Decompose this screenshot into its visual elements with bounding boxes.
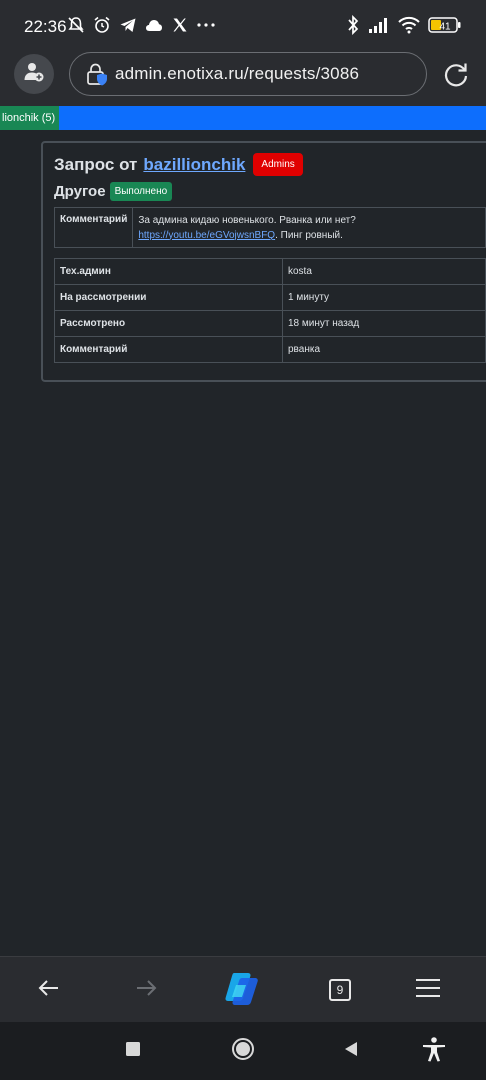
reload-icon bbox=[440, 63, 472, 94]
recents-button[interactable] bbox=[120, 1038, 146, 1064]
add-user-icon bbox=[23, 61, 45, 88]
square-icon bbox=[125, 1041, 141, 1062]
pending-value: 1 минуту bbox=[282, 284, 486, 311]
request-title-prefix: Запрос от bbox=[54, 154, 138, 174]
wifi-icon bbox=[398, 14, 420, 36]
comment-text-after: . Пинг ровный. bbox=[275, 229, 343, 241]
copilot-button[interactable] bbox=[222, 971, 262, 1011]
tab-count: 9 bbox=[329, 979, 351, 1001]
review-comment-label: Комментарий bbox=[54, 336, 283, 363]
circle-icon bbox=[231, 1037, 255, 1066]
request-category: Другое Выполнено bbox=[54, 182, 173, 201]
browser-toolbar: admin.enotixa.ru/requests/3086 bbox=[0, 52, 486, 106]
notification-icons bbox=[66, 14, 216, 36]
reviewed-value: 18 минут назад bbox=[282, 310, 486, 337]
alarm-icon bbox=[92, 14, 112, 36]
site-navbar: lionchik (5) bbox=[0, 106, 486, 130]
battery-level: 41 bbox=[439, 22, 451, 33]
cloud-icon bbox=[144, 14, 164, 36]
do-not-disturb-off-icon bbox=[66, 14, 86, 36]
arrow-left-icon bbox=[37, 976, 61, 1005]
telegram-icon bbox=[118, 14, 138, 36]
copilot-icon bbox=[222, 970, 262, 1013]
table-row: На рассмотрении 1 минуту bbox=[54, 284, 486, 311]
url-text: admin.enotixa.ru/requests/3086 bbox=[115, 64, 360, 83]
tabs-button[interactable]: 9 bbox=[325, 975, 355, 1005]
group-badge: Admins bbox=[253, 153, 303, 176]
arrow-right-icon bbox=[134, 976, 158, 1005]
comment-table: Комментарий За админа кидаю новенького. … bbox=[53, 207, 486, 248]
requester-link[interactable]: bazillionchik bbox=[143, 155, 245, 175]
status-bar: 22:36 41 bbox=[0, 0, 486, 52]
menu-button[interactable] bbox=[413, 975, 443, 1005]
request-card: Запрос от bazillionchik Admins Другое Вы… bbox=[41, 141, 486, 382]
more-dots-icon bbox=[196, 14, 216, 36]
address-bar[interactable]: admin.enotixa.ru/requests/3086 bbox=[69, 52, 427, 96]
x-icon bbox=[170, 14, 190, 36]
profile-button[interactable] bbox=[14, 54, 54, 94]
table-row: Рассмотрено 18 минут назад bbox=[54, 310, 486, 337]
comment-link[interactable]: https://youtu.be/eGVojwsnBFQ bbox=[138, 230, 275, 241]
reload-button[interactable] bbox=[440, 58, 472, 90]
comment-text: За админа кидаю новенького. Рванка или н… bbox=[138, 214, 356, 226]
pending-label: На рассмотрении bbox=[54, 284, 283, 311]
back-nav-button[interactable] bbox=[338, 1038, 364, 1064]
site-security-icon[interactable] bbox=[86, 63, 110, 87]
accessibility-button[interactable] bbox=[421, 1036, 447, 1067]
system-status-icons: 41 bbox=[346, 14, 462, 36]
table-row: Комментарий За админа кидаю новенького. … bbox=[53, 207, 486, 248]
bluetooth-icon bbox=[346, 14, 360, 36]
accessibility-icon bbox=[421, 1036, 447, 1067]
forward-button[interactable] bbox=[131, 975, 161, 1005]
status-badge: Выполнено bbox=[109, 182, 173, 201]
review-table: Тех.админ kosta На рассмотрении 1 минуту… bbox=[54, 258, 486, 363]
comment-label: Комментарий bbox=[53, 207, 134, 248]
triangle-back-icon bbox=[342, 1040, 360, 1063]
comment-value: За админа кидаю новенького. Рванка или н… bbox=[132, 207, 486, 248]
signal-icon bbox=[368, 14, 390, 36]
table-row: Тех.админ kosta bbox=[54, 258, 486, 285]
table-row: Комментарий рванка bbox=[54, 336, 486, 363]
status-time: 22:36 bbox=[24, 17, 67, 36]
category-label: Другое bbox=[54, 183, 106, 200]
back-button[interactable] bbox=[34, 975, 64, 1005]
tech-admin-value: kosta bbox=[282, 258, 486, 285]
system-navigation-bar bbox=[0, 1022, 486, 1080]
tech-admin-label: Тех.админ bbox=[54, 258, 283, 285]
home-button[interactable] bbox=[230, 1037, 256, 1066]
browser-bottom-toolbar: 9 bbox=[0, 956, 486, 1022]
review-comment-value: рванка bbox=[282, 336, 486, 363]
hamburger-menu-icon bbox=[415, 977, 441, 1004]
request-title: Запрос от bazillionchik Admins bbox=[54, 153, 303, 176]
user-menu-tab[interactable]: lionchik (5) bbox=[0, 106, 59, 130]
reviewed-label: Рассмотрено bbox=[54, 310, 283, 337]
battery-icon: 41 bbox=[428, 14, 462, 36]
